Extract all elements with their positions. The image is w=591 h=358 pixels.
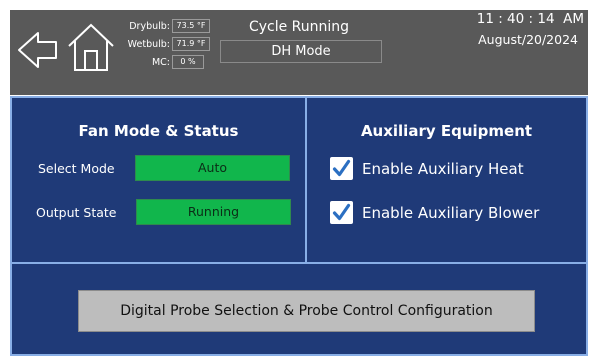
header-bar: Drybulb: 73.5 °F Wetbulb: 71.9 °F MC: 0 … (10, 10, 588, 95)
select-mode-label: Select Mode (38, 161, 115, 176)
home-icon (68, 23, 114, 71)
aux-blower-option[interactable]: Enable Auxiliary Blower (330, 201, 539, 224)
fan-mode-panel: Fan Mode & Status Select Mode Auto Outpu… (10, 96, 307, 264)
aux-heat-label: Enable Auxiliary Heat (362, 159, 524, 178)
select-mode-button[interactable]: Auto (135, 155, 290, 181)
mc-value: 0 % (172, 55, 204, 69)
fan-panel-title: Fan Mode & Status (78, 122, 239, 140)
drybulb-label: Drybulb: (129, 21, 170, 32)
probe-config-button[interactable]: Digital Probe Selection & Probe Control … (78, 290, 535, 332)
checkmark-icon (332, 203, 351, 221)
aux-heat-checkbox[interactable] (330, 157, 353, 180)
aux-heat-option[interactable]: Enable Auxiliary Heat (330, 157, 524, 180)
back-arrow-icon (18, 32, 57, 68)
drybulb-value: 73.5 °F (172, 19, 210, 33)
wetbulb-value: 71.9 °F (172, 37, 210, 51)
aux-blower-label: Enable Auxiliary Blower (362, 203, 540, 222)
cycle-status: Cycle Running (248, 19, 350, 35)
output-state-indicator: Running (136, 199, 291, 225)
aux-panel-title: Auxiliary Equipment (360, 122, 533, 140)
wetbulb-label: Wetbulb: (127, 39, 170, 50)
output-state-label: Output State (36, 205, 117, 220)
aux-blower-checkbox[interactable] (330, 201, 353, 224)
mc-label: MC: (151, 57, 170, 68)
hmi-screen: Drybulb: 73.5 °F Wetbulb: 71.9 °F MC: 0 … (0, 0, 591, 358)
mode-display: DH Mode (220, 40, 382, 63)
home-button[interactable] (66, 20, 116, 74)
checkmark-icon (332, 159, 351, 177)
back-button[interactable] (16, 26, 60, 74)
clock-date: August/20/2024 (478, 32, 578, 47)
clock-time: 11 : 40 : 14 AM (476, 11, 584, 27)
auxiliary-panel: Auxiliary Equipment Enable Auxiliary Hea… (305, 96, 588, 264)
